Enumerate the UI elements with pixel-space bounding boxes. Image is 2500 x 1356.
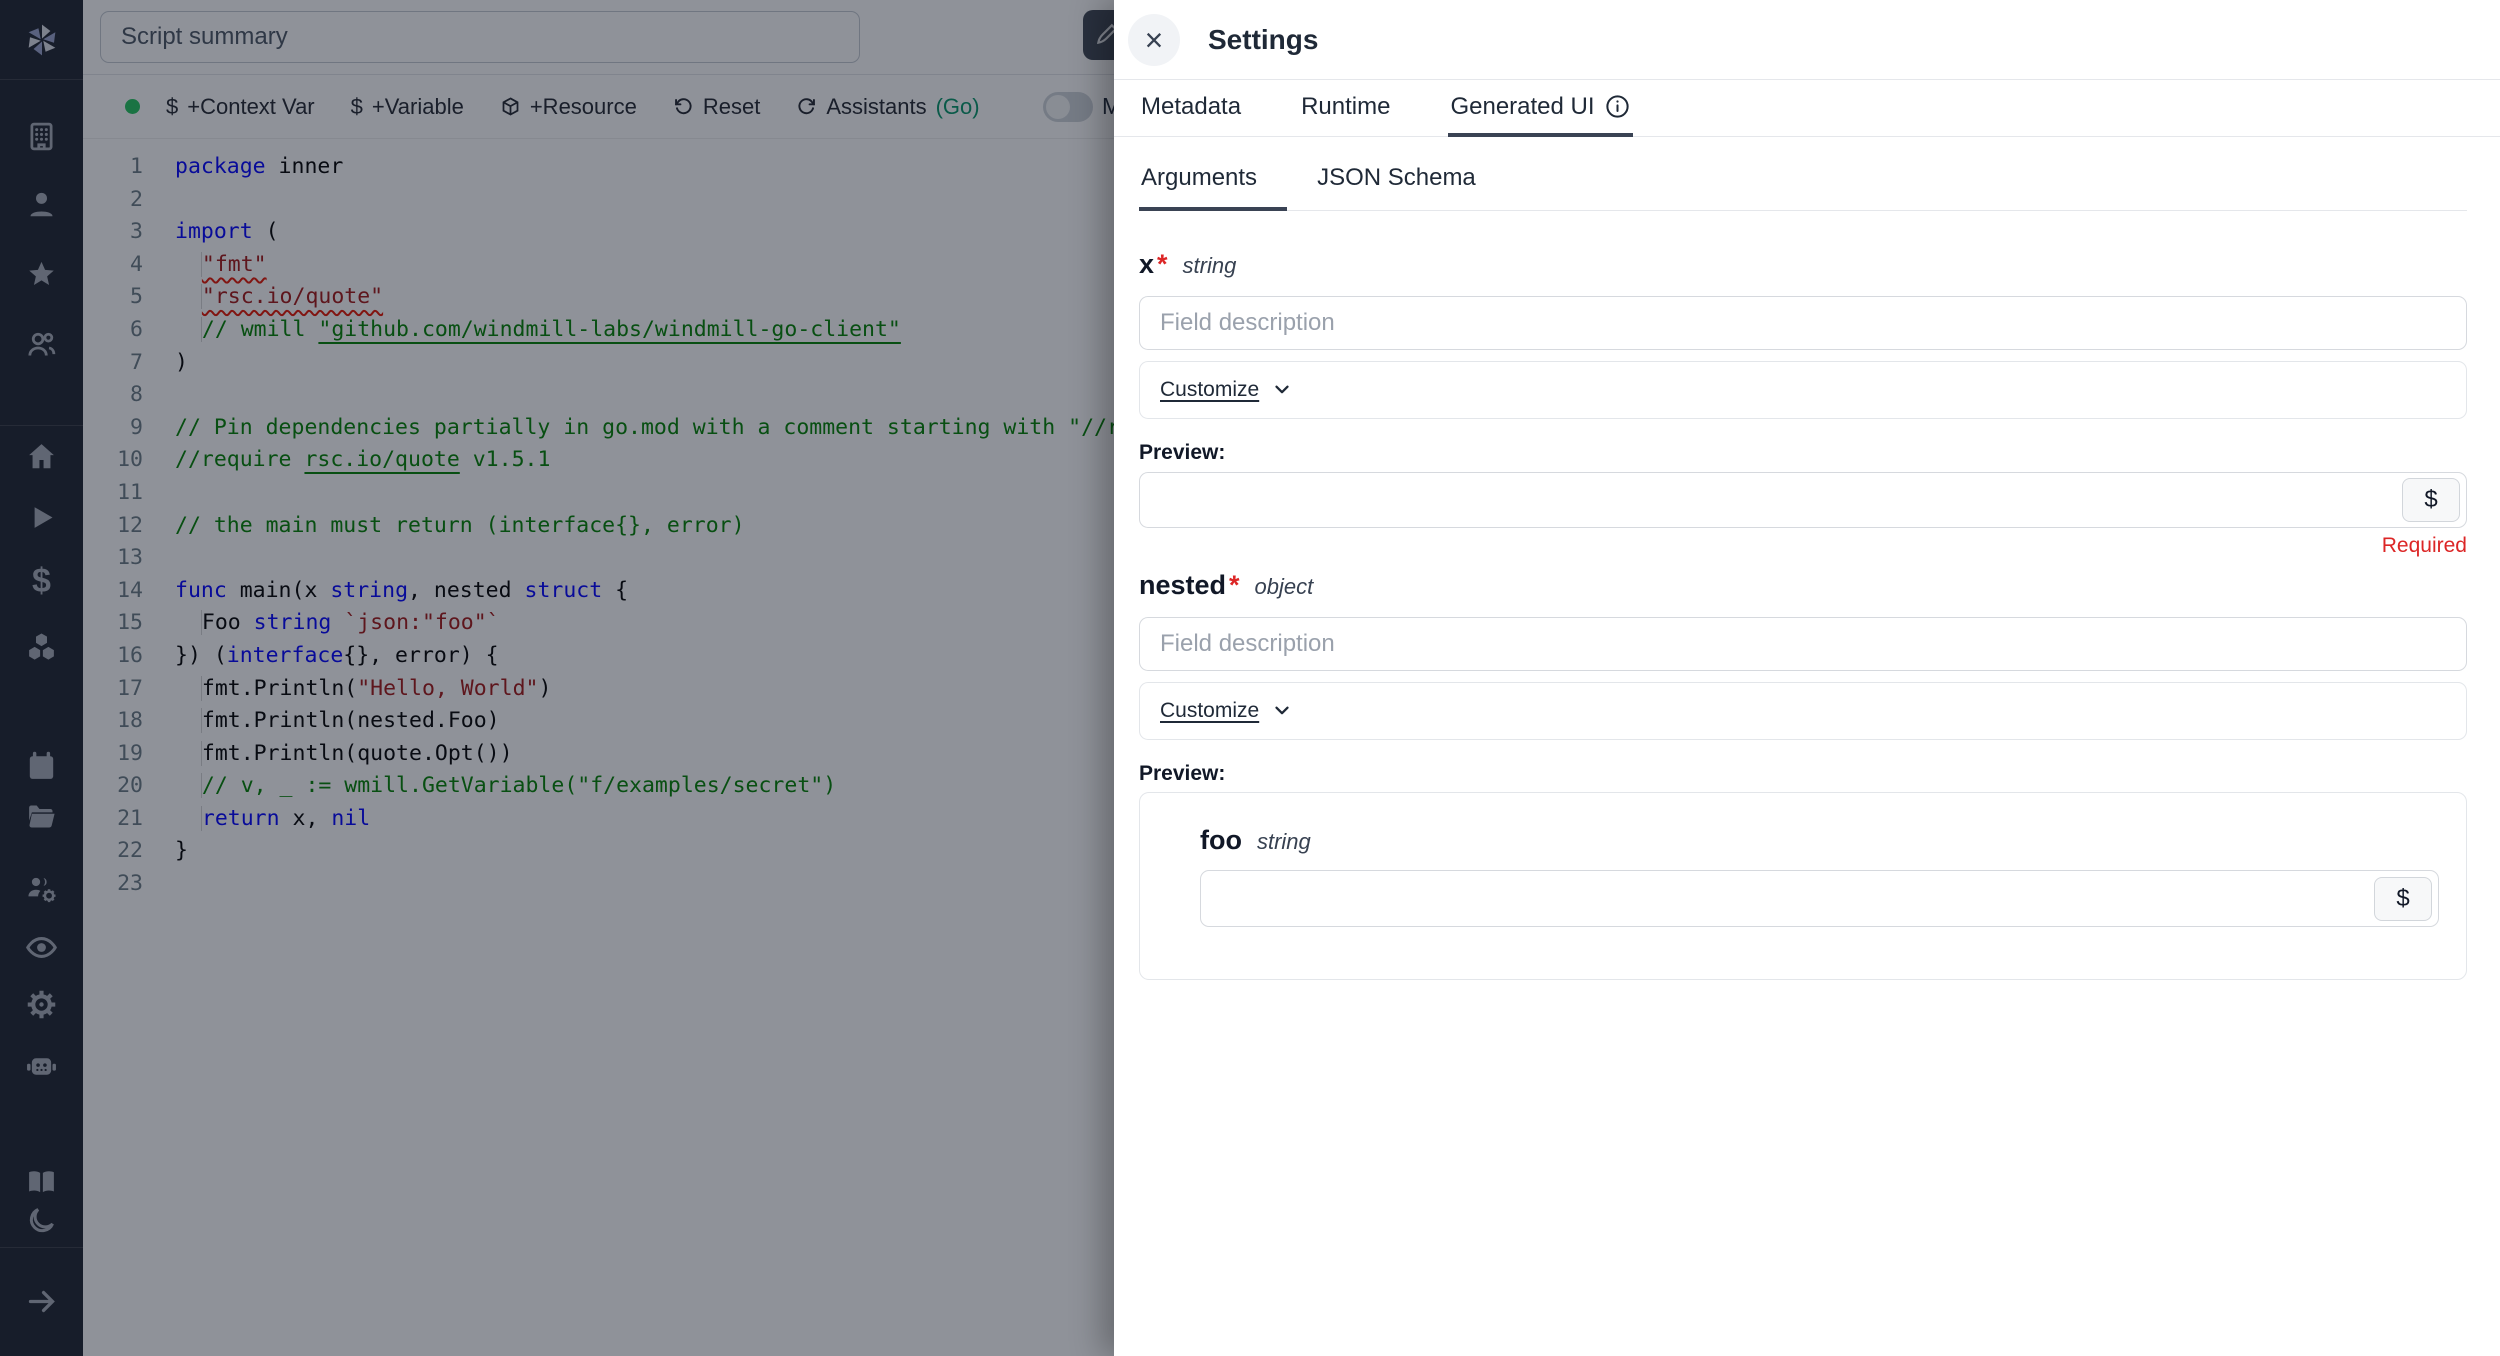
tab-runtime[interactable]: Runtime: [1299, 80, 1392, 137]
generated-ui-content: ArgumentsJSON Schema x* string Customize…: [1114, 137, 2500, 980]
field-nested: nested* object Customize Preview: foo st…: [1139, 570, 2467, 980]
field-description-input[interactable]: [1139, 617, 2467, 671]
preview-input-wrap: $: [1139, 472, 2467, 528]
tab-label: Generated UI: [1450, 93, 1594, 121]
x-preview-input[interactable]: [1140, 473, 2466, 527]
close-icon[interactable]: ×: [1128, 14, 1180, 66]
panel-title: Settings: [1208, 24, 1318, 56]
preview-label: Preview:: [1139, 762, 2467, 786]
field-type: string: [1183, 253, 1237, 279]
tab-generated-ui[interactable]: Generated UI: [1448, 80, 1632, 137]
field-x: x* string Customize Preview: $ Required: [1139, 249, 2467, 558]
info-icon: [1604, 93, 1631, 120]
field-type: string: [1257, 829, 1311, 855]
windmill-script-editor: $ $+Context Var$+Variable+ResourceResetA…: [0, 0, 2500, 1356]
customize-label: Customize: [1160, 699, 1259, 723]
subtab-json-schema[interactable]: JSON Schema: [1315, 149, 1506, 211]
preview-label: Preview:: [1139, 441, 2467, 465]
foo-preview-input[interactable]: [1201, 871, 2438, 926]
settings-tabs: Metadata Runtime Generated UI: [1114, 80, 2500, 137]
chevron-down-icon: [1259, 378, 1293, 403]
customize-expander[interactable]: Customize: [1139, 682, 2467, 740]
tab-label: Metadata: [1141, 93, 1241, 121]
customize-label: Customize: [1160, 378, 1259, 402]
field-name: x: [1139, 249, 1154, 280]
settings-header: × Settings: [1114, 0, 2500, 80]
subtab-arguments[interactable]: Arguments: [1139, 149, 1287, 211]
insert-variable-button[interactable]: $: [2374, 877, 2432, 921]
field-description-input[interactable]: [1139, 296, 2467, 350]
required-asterisk: *: [1229, 570, 1240, 601]
field-label: nested* object: [1139, 570, 2467, 601]
arguments-subtabs: Arguments JSON Schema: [1139, 149, 2467, 211]
customize-expander[interactable]: Customize: [1139, 361, 2467, 419]
chevron-down-icon: [1259, 699, 1293, 724]
required-asterisk: *: [1157, 249, 1168, 280]
modal-overlay[interactable]: [0, 0, 1114, 1356]
field-name: nested: [1139, 570, 1226, 601]
field-name: foo: [1200, 825, 1242, 856]
field-label: foo string: [1200, 825, 2439, 856]
field-label: x* string: [1139, 249, 2467, 280]
nested-preview-box: foo string $: [1139, 792, 2467, 980]
insert-variable-button[interactable]: $: [2402, 478, 2460, 522]
tab-metadata[interactable]: Metadata: [1139, 80, 1243, 137]
settings-panel: × Settings Metadata Runtime Generated UI A…: [1114, 0, 2500, 1356]
preview-input-wrap: $: [1200, 870, 2439, 927]
field-type: object: [1255, 574, 1314, 600]
required-message: Required: [1139, 534, 2467, 558]
tab-label: Runtime: [1301, 93, 1390, 121]
